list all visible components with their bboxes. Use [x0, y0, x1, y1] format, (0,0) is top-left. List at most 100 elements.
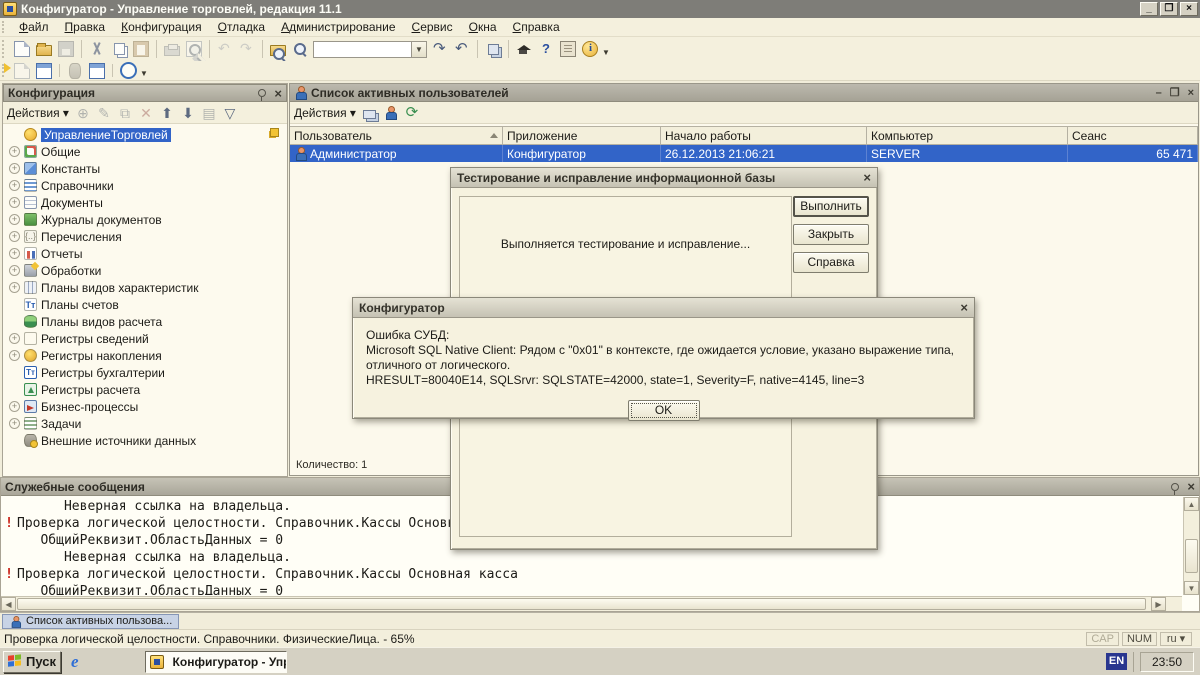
print-preview-button[interactable]	[183, 39, 205, 59]
toolbar-overflow-arrow[interactable]: ▼	[602, 48, 610, 57]
menu-administration[interactable]: Администрирование	[273, 18, 403, 36]
about-button[interactable]	[579, 39, 601, 59]
scrollbar-thumb[interactable]	[1185, 539, 1198, 573]
tree-root-row[interactable]: УправлениеТорговлей	[3, 126, 287, 143]
start-button[interactable]: Пуск	[3, 651, 61, 673]
tree-item-information-registers[interactable]: +Регистры сведений	[3, 330, 287, 347]
clone-button[interactable]: ⧉	[116, 105, 134, 121]
tree-item-business-processes[interactable]: +Бизнес-процессы	[3, 398, 287, 415]
context-help-button[interactable]	[535, 39, 557, 59]
expander-icon[interactable]: +	[9, 401, 20, 412]
scroll-right-icon[interactable]: ▶	[1151, 597, 1166, 611]
menu-file[interactable]: Файл	[11, 18, 57, 36]
find-prev-button[interactable]	[451, 39, 473, 59]
menu-debug[interactable]: Отладка	[210, 18, 273, 36]
help-button[interactable]: Справка	[793, 252, 869, 273]
error-dialog-title-bar[interactable]: Конфигуратор ×	[353, 298, 974, 318]
global-search-button[interactable]	[267, 39, 289, 59]
message-line[interactable]: Неверная ссылка на владельца.	[1, 549, 1182, 566]
expander-icon[interactable]: +	[9, 214, 20, 225]
cut-button[interactable]	[86, 39, 108, 59]
tree-item-chart-of-characteristic-types[interactable]: +Планы видов характеристик	[3, 279, 287, 296]
test-repair-title-bar[interactable]: Тестирование и исправление информационно…	[451, 168, 877, 188]
sort-list-button[interactable]: ▤	[200, 105, 218, 121]
column-user[interactable]: Пользователь	[290, 127, 503, 144]
tree-item-accumulation-registers[interactable]: +Регистры накопления	[3, 347, 287, 364]
menu-edit[interactable]: Правка	[57, 18, 114, 36]
vertical-scrollbar[interactable]: ▲ ▼	[1183, 497, 1199, 595]
run-button[interactable]: Выполнить	[793, 196, 869, 217]
tray-language-indicator[interactable]: EN	[1106, 653, 1127, 670]
open-button[interactable]	[33, 39, 55, 59]
find-next-button[interactable]	[429, 39, 451, 59]
tree-item-common[interactable]: +Общие	[3, 143, 287, 160]
restore-button[interactable]: ❐	[1160, 2, 1178, 16]
copy-button[interactable]	[108, 39, 130, 59]
scroll-up-icon[interactable]: ▲	[1184, 497, 1199, 511]
filter-button[interactable]: ▽	[221, 105, 239, 121]
help-contents-button[interactable]	[557, 39, 579, 59]
menu-windows[interactable]: Окна	[461, 18, 505, 36]
taskbar-task-button[interactable]: Конфигуратор - Упр...	[145, 651, 287, 673]
mdi-close-icon[interactable]: ×	[1188, 87, 1194, 99]
add-button[interactable]: ⊕	[74, 105, 92, 121]
ok-button[interactable]: OK	[628, 400, 700, 421]
tree-item-enums[interactable]: +Перечисления	[3, 228, 287, 245]
toolbar-grip[interactable]	[2, 21, 7, 33]
mdi-restore-icon[interactable]: ❐	[1170, 86, 1180, 99]
tree-item-chart-of-calculation-types[interactable]: Планы видов расчета	[3, 313, 287, 330]
new-document-button[interactable]	[11, 39, 33, 59]
tree-item-documents[interactable]: +Документы	[3, 194, 287, 211]
expander-icon[interactable]: +	[9, 180, 20, 191]
database-button[interactable]	[64, 61, 86, 81]
tree-item-chart-of-accounts[interactable]: Планы счетов	[3, 296, 287, 313]
chevron-down-icon[interactable]: ▼	[411, 42, 426, 57]
column-session[interactable]: Сеанс	[1068, 127, 1198, 144]
close-button[interactable]: ×	[1180, 2, 1198, 16]
scrollbar-thumb[interactable]	[17, 598, 1146, 610]
user-properties-button[interactable]	[382, 105, 400, 121]
save-button[interactable]	[55, 39, 77, 59]
tree-item-tasks[interactable]: +Задачи	[3, 415, 287, 432]
syntax-helper-button[interactable]	[513, 39, 535, 59]
actions-menu-button[interactable]: Действия ▾	[7, 106, 69, 120]
delete-button[interactable]: ✕	[137, 105, 155, 121]
column-application[interactable]: Приложение	[503, 127, 661, 144]
active-users-title-bar[interactable]: Список активных пользователей – ❐ ×	[290, 84, 1198, 102]
table-view-button[interactable]	[86, 61, 108, 81]
menu-service[interactable]: Сервис	[404, 18, 461, 36]
tree-item-calculation-registers[interactable]: Регистры расчета	[3, 381, 287, 398]
edit-button[interactable]: ✎	[95, 105, 113, 121]
tree-item-dataprocessors[interactable]: +Обработки	[3, 262, 287, 279]
expander-icon[interactable]: +	[9, 248, 20, 259]
expander-icon[interactable]: +	[9, 146, 20, 157]
toolbar-grip[interactable]	[2, 40, 7, 58]
move-up-button[interactable]: ⬆	[158, 105, 176, 121]
expander-icon[interactable]: +	[9, 282, 20, 293]
refresh-button[interactable]: ⟳	[403, 105, 421, 121]
tree-item-constants[interactable]: +Константы	[3, 160, 287, 177]
find-button[interactable]	[289, 39, 311, 59]
pin-icon[interactable]	[1171, 483, 1179, 491]
paste-button[interactable]	[130, 39, 152, 59]
config-window-button[interactable]	[33, 61, 55, 81]
search-combobox[interactable]: ▼	[313, 41, 427, 58]
column-computer[interactable]: Компьютер	[867, 127, 1068, 144]
close-icon[interactable]: ×	[863, 171, 871, 184]
horizontal-scrollbar[interactable]: ◀ ▶	[1, 596, 1182, 611]
redo-button[interactable]	[236, 39, 258, 59]
close-icon[interactable]: ×	[960, 301, 968, 314]
scroll-down-icon[interactable]: ▼	[1184, 581, 1199, 595]
close-dialog-button[interactable]: Закрыть	[793, 224, 869, 245]
expander-icon[interactable]: +	[9, 418, 20, 429]
tree-root-label[interactable]: УправлениеТорговлей	[41, 128, 171, 142]
start-debugging-button[interactable]	[117, 61, 139, 81]
print-button[interactable]	[161, 39, 183, 59]
expander-icon[interactable]: +	[9, 333, 20, 344]
configuration-panel-header[interactable]: Конфигурация ×	[3, 84, 287, 102]
message-line[interactable]: ОбщийРеквизит.ОбластьДанных = 0	[1, 583, 1182, 595]
close-icon[interactable]: ×	[274, 87, 282, 100]
expander-icon[interactable]: +	[9, 197, 20, 208]
scroll-left-icon[interactable]: ◀	[1, 597, 16, 611]
minimize-button[interactable]: _	[1140, 2, 1158, 16]
